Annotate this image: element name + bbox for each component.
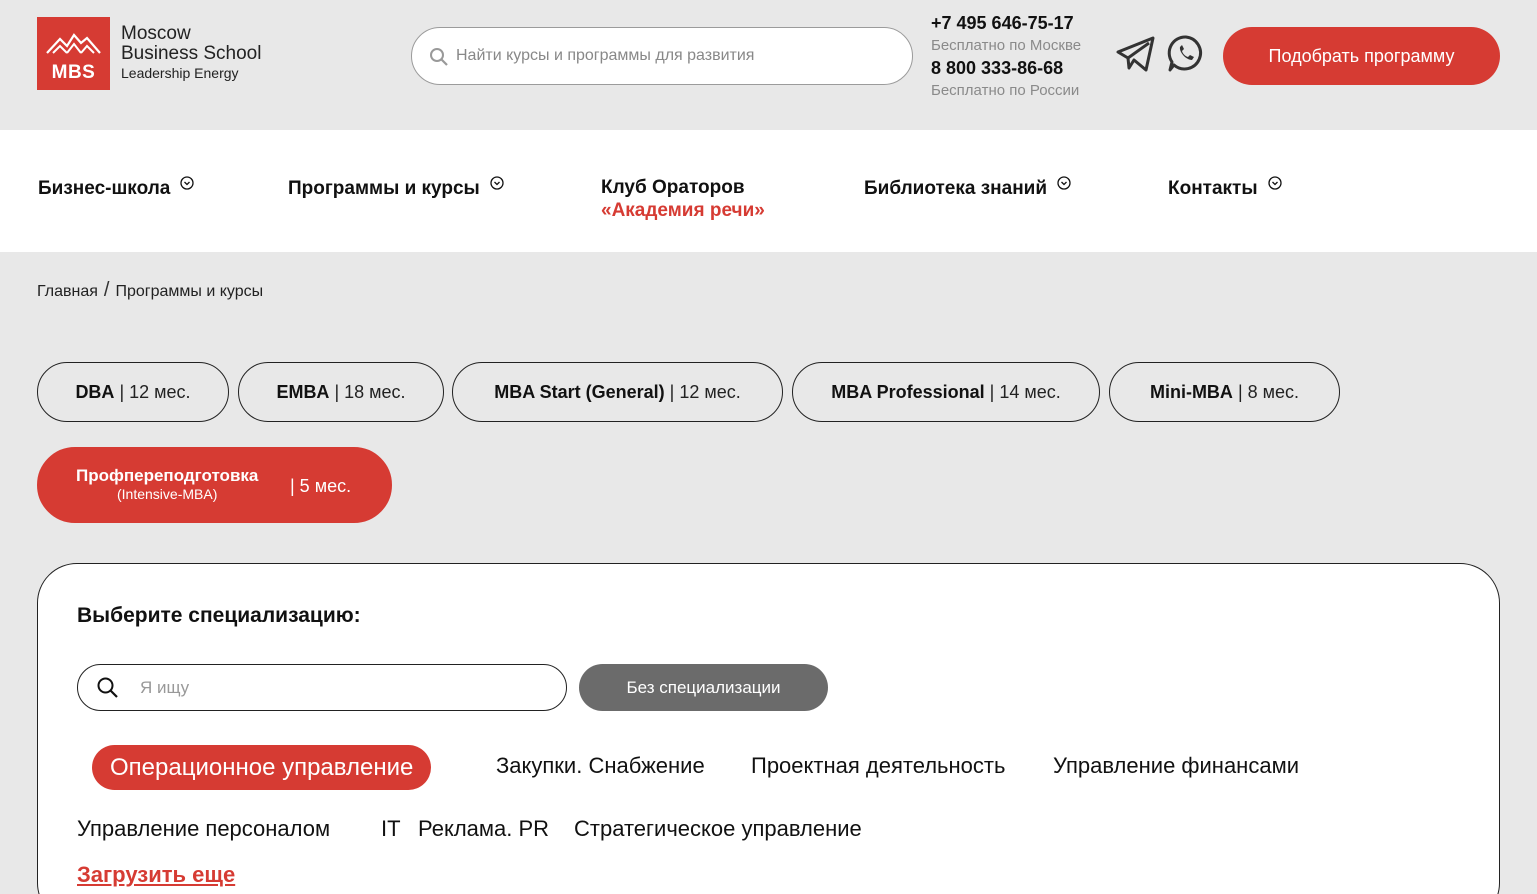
program-duration: | 12 мес. [119, 382, 191, 402]
no-specialization-button[interactable]: Без специализации [579, 664, 828, 711]
search-placeholder: Я ищу [140, 678, 190, 697]
logo-tagline: Leadership Energy [121, 65, 239, 81]
program-pill-mba-professional[interactable]: MBA Professional | 14 мес. [792, 362, 1100, 422]
nav-item-business-school[interactable]: Бизнес-школа [38, 176, 194, 200]
specialization-search-input[interactable]: Я ищу [77, 664, 567, 711]
breadcrumb: Главная / Программы и курсы [37, 279, 263, 302]
program-duration: | 5 мес. [290, 476, 352, 496]
phone-moscow-note: Бесплатно по Москве [931, 37, 1082, 54]
search-placeholder: Найти курсы и программы для развития [456, 47, 755, 64]
breadcrumb-home[interactable]: Главная [37, 283, 98, 300]
nav-label: Бизнес-школа [38, 178, 171, 199]
program-pill-dba[interactable]: DBA | 12 мес. [37, 362, 229, 422]
program-pill-emba[interactable]: EMBA | 18 мес. [238, 362, 444, 422]
breadcrumb-separator: / [103, 279, 110, 301]
phone-russia-note: Бесплатно по России [931, 82, 1080, 99]
program-name: Mini-MBA [1149, 382, 1233, 402]
load-more-link[interactable]: Загрузить еще [77, 862, 235, 888]
spec-chip-pr[interactable]: Реклама. PR [418, 816, 549, 842]
program-name: EMBA [276, 382, 330, 402]
nav-label: Программы и курсы [288, 178, 480, 199]
chevron-down-icon [1267, 176, 1282, 190]
program-name: MBA Start (General) [494, 382, 665, 402]
site-search-input[interactable]: Найти курсы и программы для развития [411, 27, 913, 85]
program-duration: | 8 мес. [1237, 382, 1300, 402]
search-icon [430, 48, 448, 66]
program-duration: | 14 мес. [989, 382, 1061, 402]
nav-label: Контакты [1168, 178, 1258, 199]
program-subtitle: (Intensive-MBA) [117, 486, 218, 502]
nav-item-contacts[interactable]: Контакты [1168, 176, 1282, 200]
nav-item-programs[interactable]: Программы и курсы [288, 176, 504, 200]
nav-label-accent: «Академия речи» [601, 200, 765, 221]
program-name: MBA Professional [831, 382, 985, 402]
spec-chip-finance[interactable]: Управление финансами [1053, 753, 1299, 779]
breadcrumb-current: Программы и курсы [115, 283, 264, 300]
spec-chip-strategy[interactable]: Стратегическое управление [574, 816, 862, 842]
nav-label: Клуб Ораторов [601, 177, 745, 198]
program-duration: | 12 мес. [669, 382, 741, 402]
specialization-panel: Выберите специализацию: Я ищу Без специа… [37, 563, 1500, 894]
nav-item-speakers-club[interactable]: Клуб Ораторов «Академия речи» [601, 176, 765, 222]
phone-block: +7 495 646-75-17 Бесплатно по Москве 8 8… [931, 12, 1081, 102]
logo-text[interactable]: Moscow Business School Leadership Energy [121, 24, 261, 82]
chevron-down-icon [180, 176, 194, 190]
phone-russia[interactable]: 8 800 333-86-68 [931, 57, 1081, 79]
spec-chip-projects[interactable]: Проектная деятельность [751, 753, 1005, 779]
whatsapp-icon[interactable] [1166, 34, 1206, 74]
pick-program-button[interactable]: Подобрать программу [1223, 27, 1500, 85]
program-pill-retraining[interactable]: Профпереподготовка (Intensive-MBA) | 5 м… [37, 447, 392, 523]
spec-chip-operations[interactable]: Операционное управление [92, 745, 432, 790]
logo-abbr: MBS [51, 62, 96, 83]
logo-line1: Moscow [121, 23, 191, 44]
nav-item-library[interactable]: Библиотека знаний [864, 176, 1071, 200]
program-name: DBA [75, 382, 115, 402]
chevron-down-icon [1057, 176, 1071, 190]
program-name: Профпереподготовка [76, 466, 259, 485]
mountains-logo-icon [46, 33, 101, 54]
spec-chip-procurement[interactable]: Закупки. Снабжение [496, 753, 705, 779]
chevron-down-icon [490, 176, 504, 190]
panel-title: Выберите специализацию: [77, 604, 361, 627]
logo[interactable]: MBS [37, 17, 110, 90]
spec-chip-it[interactable]: IT [381, 816, 401, 842]
program-pill-mini-mba[interactable]: Mini-MBA | 8 мес. [1109, 362, 1340, 422]
program-title-block: Профпереподготовка (Intensive-MBA) [76, 467, 258, 503]
main-nav: Бизнес-школа Программы и курсы Клуб Орат… [0, 130, 1537, 252]
program-pill-mba-start[interactable]: MBA Start (General) | 12 мес. [452, 362, 783, 422]
site-header: MBS Moscow Business School Leadership En… [0, 0, 1537, 130]
logo-line2: Business School [121, 43, 262, 64]
program-duration: | 18 мес. [334, 382, 406, 402]
spec-chip-hr[interactable]: Управление персоналом [77, 816, 330, 842]
phone-moscow[interactable]: +7 495 646-75-17 [931, 12, 1081, 34]
telegram-icon[interactable] [1115, 34, 1157, 74]
nav-label: Библиотека знаний [864, 178, 1048, 199]
search-icon [97, 677, 118, 698]
